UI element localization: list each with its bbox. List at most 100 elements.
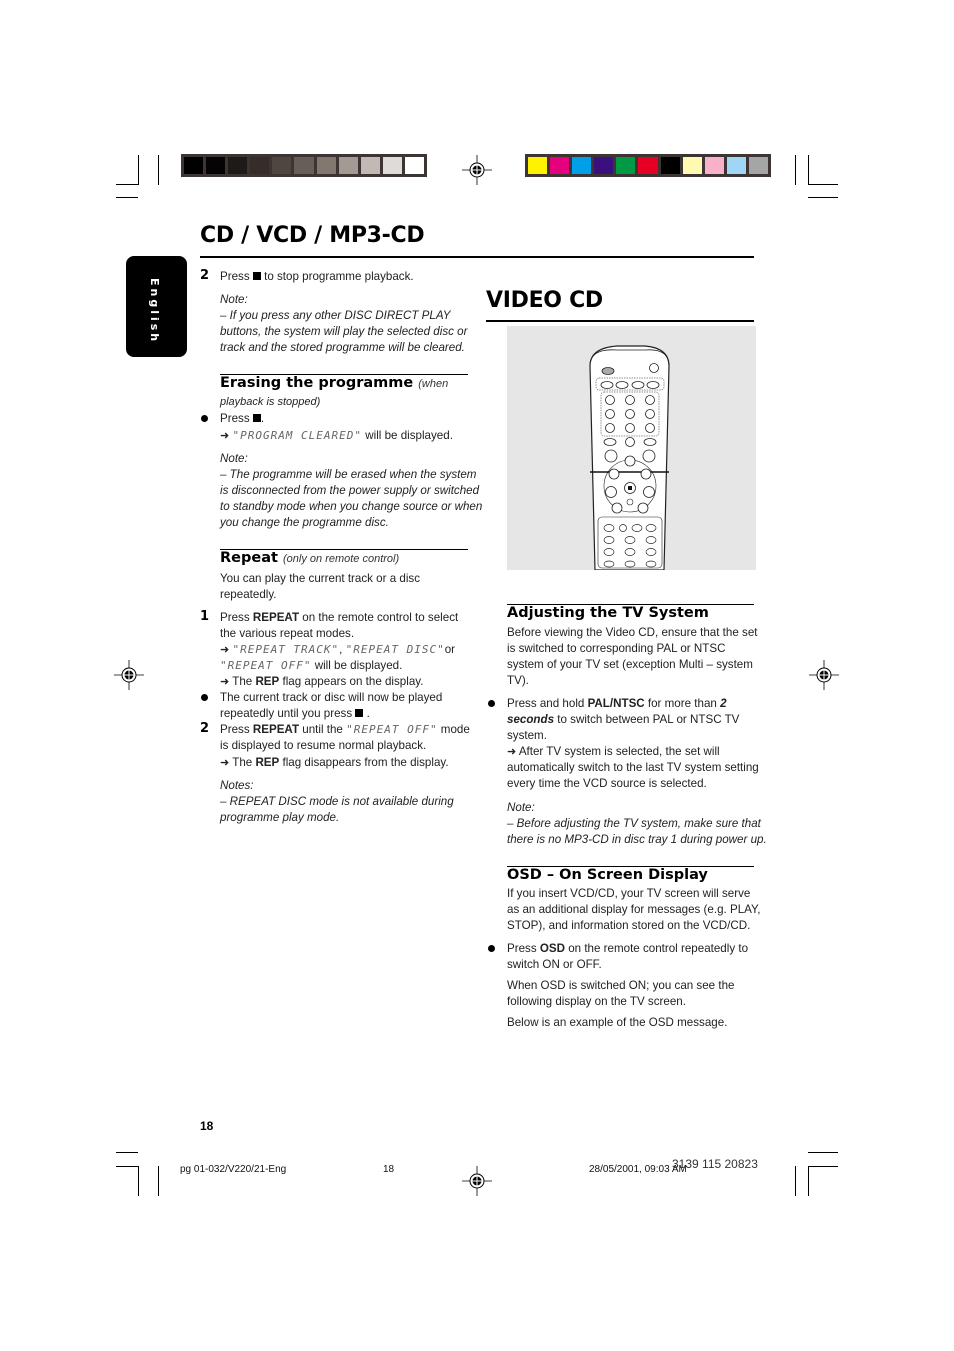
- note-label: Note:: [220, 452, 248, 465]
- step-line: Press REPEAT until the "REPEAT OFF" mode: [220, 722, 470, 738]
- arrow-right-icon: ➜: [220, 644, 230, 656]
- key-label: PAL/NTSC: [587, 697, 645, 710]
- bullet-line: switch ON or OFF.: [507, 958, 602, 971]
- text: on the remote control repeatedly to: [564, 942, 749, 955]
- crop-mark: [138, 1166, 139, 1196]
- bullet-line: ➜ After TV system is selected, the set w…: [507, 744, 720, 760]
- bullet-line: every time the VCD source is selected.: [507, 777, 707, 790]
- slug-file: pg 01-032/V220/21-Eng: [180, 1164, 287, 1175]
- crop-mark: [116, 1152, 138, 1153]
- remote-control-illustration: [507, 326, 756, 571]
- part-code: 3139 115 20823: [672, 1157, 758, 1171]
- step-line: ➜ The REP flag disappears from the displ…: [220, 755, 449, 771]
- gray-swatch: [404, 157, 425, 174]
- text: on the remote control to select: [299, 611, 459, 624]
- gray-swatch: [338, 157, 358, 174]
- note-line: is disconnected from the power supply or…: [220, 484, 480, 497]
- section-title-tv-system: Adjusting the TV System: [507, 605, 709, 621]
- note-line: there is no MP3-CD in disc tray 1 during…: [507, 833, 767, 846]
- intro-line: repeatedly.: [220, 588, 277, 601]
- text: until the: [299, 723, 347, 736]
- intro-line: is switched to corresponding PAL or NTSC: [507, 642, 726, 655]
- text: mode: [437, 723, 470, 736]
- step-line: the various repeat modes.: [220, 627, 355, 640]
- section-title-text: Repeat: [220, 550, 278, 566]
- step-line: Press REPEAT on the remote control to se…: [220, 610, 458, 626]
- registration-mark-icon: [114, 660, 144, 690]
- duration-value: 2: [720, 697, 727, 710]
- bullet-line: Press and hold PAL/NTSC for more than 2: [507, 696, 727, 712]
- step-line: "REPEAT OFF" will be displayed.: [220, 658, 402, 674]
- crop-mark: [808, 197, 838, 198]
- note-line: – REPEAT DISC mode is not available duri…: [220, 795, 454, 808]
- gray-swatch: [316, 157, 336, 174]
- press-end: .: [260, 412, 265, 425]
- text: The: [232, 675, 256, 688]
- intro-line: as an additional display for messages (e…: [507, 903, 761, 916]
- color-swatch: [550, 157, 570, 174]
- color-swatch: [616, 157, 636, 174]
- page-title: CD / VCD / MP3-CD: [200, 223, 425, 248]
- color-swatch: [660, 157, 680, 174]
- remote-control-icon: [589, 345, 670, 571]
- bullet-line: repeatedly until you press .: [220, 706, 370, 722]
- crop-mark: [808, 1166, 809, 1196]
- note-line: buttons, the system will play the select…: [220, 325, 468, 338]
- intro-line: You can play the current track or a disc: [220, 572, 420, 585]
- color-swatch: [726, 157, 746, 174]
- section-title-erasing: Erasing the programme (when: [220, 375, 448, 391]
- result-text: ➜ "PROGRAM CLEARED" will be displayed.: [220, 428, 453, 444]
- crop-mark: [116, 1166, 138, 1167]
- gray-swatch: [272, 157, 292, 174]
- lcd-text: "REPEAT TRACK": [232, 643, 340, 656]
- crop-mark: [116, 184, 138, 185]
- color-bar: [525, 154, 771, 177]
- note-line: – Before adjusting the TV system, make s…: [507, 817, 761, 830]
- key-label: REPEAT: [252, 723, 300, 736]
- section-subtitle: playback is stopped): [220, 396, 321, 408]
- crop-mark: [808, 184, 838, 185]
- stop-icon: [355, 709, 364, 717]
- crop-mark: [158, 155, 159, 185]
- gray-swatch: [382, 157, 402, 174]
- color-swatch: [572, 157, 592, 174]
- bullet-icon: [201, 415, 208, 422]
- step-number: 2: [200, 721, 210, 736]
- step-text: Press to stop programme playback.: [220, 269, 414, 285]
- section-title-video-cd: VIDEO CD: [486, 288, 603, 313]
- crop-mark: [808, 155, 809, 185]
- crop-mark: [808, 1166, 838, 1167]
- text: The: [232, 756, 256, 769]
- slug-page: 18: [383, 1164, 395, 1175]
- page-number: 18: [200, 1119, 214, 1133]
- crop-mark: [158, 1166, 159, 1196]
- language-tab: English: [126, 256, 187, 357]
- text: flag appears on the display.: [279, 675, 424, 688]
- result-suffix: will be displayed.: [362, 429, 453, 442]
- section-title-text: Erasing the programme: [220, 375, 414, 391]
- crop-mark: [138, 155, 139, 185]
- stop-icon: [252, 272, 261, 280]
- gray-swatch: [228, 157, 248, 174]
- note-line: – If you press any other DISC DIRECT PLA…: [220, 309, 451, 322]
- gray-swatch: [294, 157, 314, 174]
- bullet-text: Press .: [220, 411, 264, 427]
- bullet-icon: [488, 700, 495, 707]
- note-line: – The programme will be erased when the …: [220, 468, 477, 481]
- section-title-osd: OSD – On Screen Display: [507, 867, 708, 883]
- flag-label: REP: [255, 756, 280, 769]
- registration-mark-icon: [462, 155, 492, 185]
- bullet-line: seconds to switch between PAL or NTSC TV: [507, 712, 739, 728]
- paragraph-line: When OSD is switched ON; you can see the: [507, 979, 735, 992]
- lcd-text: "PROGRAM CLEARED": [232, 429, 363, 442]
- note-line: you change the programme disc.: [220, 516, 389, 529]
- duration-unit: seconds: [507, 713, 555, 726]
- text: flag disappears from the display.: [279, 756, 449, 769]
- registration-mark-icon: [809, 660, 839, 690]
- step-line: ➜ "REPEAT TRACK", "REPEAT DISC"or: [220, 642, 455, 658]
- note-line: to standby mode when you change source o…: [220, 500, 483, 513]
- arrow-right-icon: ➜: [507, 746, 517, 758]
- flag-label: REP: [255, 675, 280, 688]
- text: Press and hold: [507, 697, 588, 710]
- text: Press: [220, 723, 253, 736]
